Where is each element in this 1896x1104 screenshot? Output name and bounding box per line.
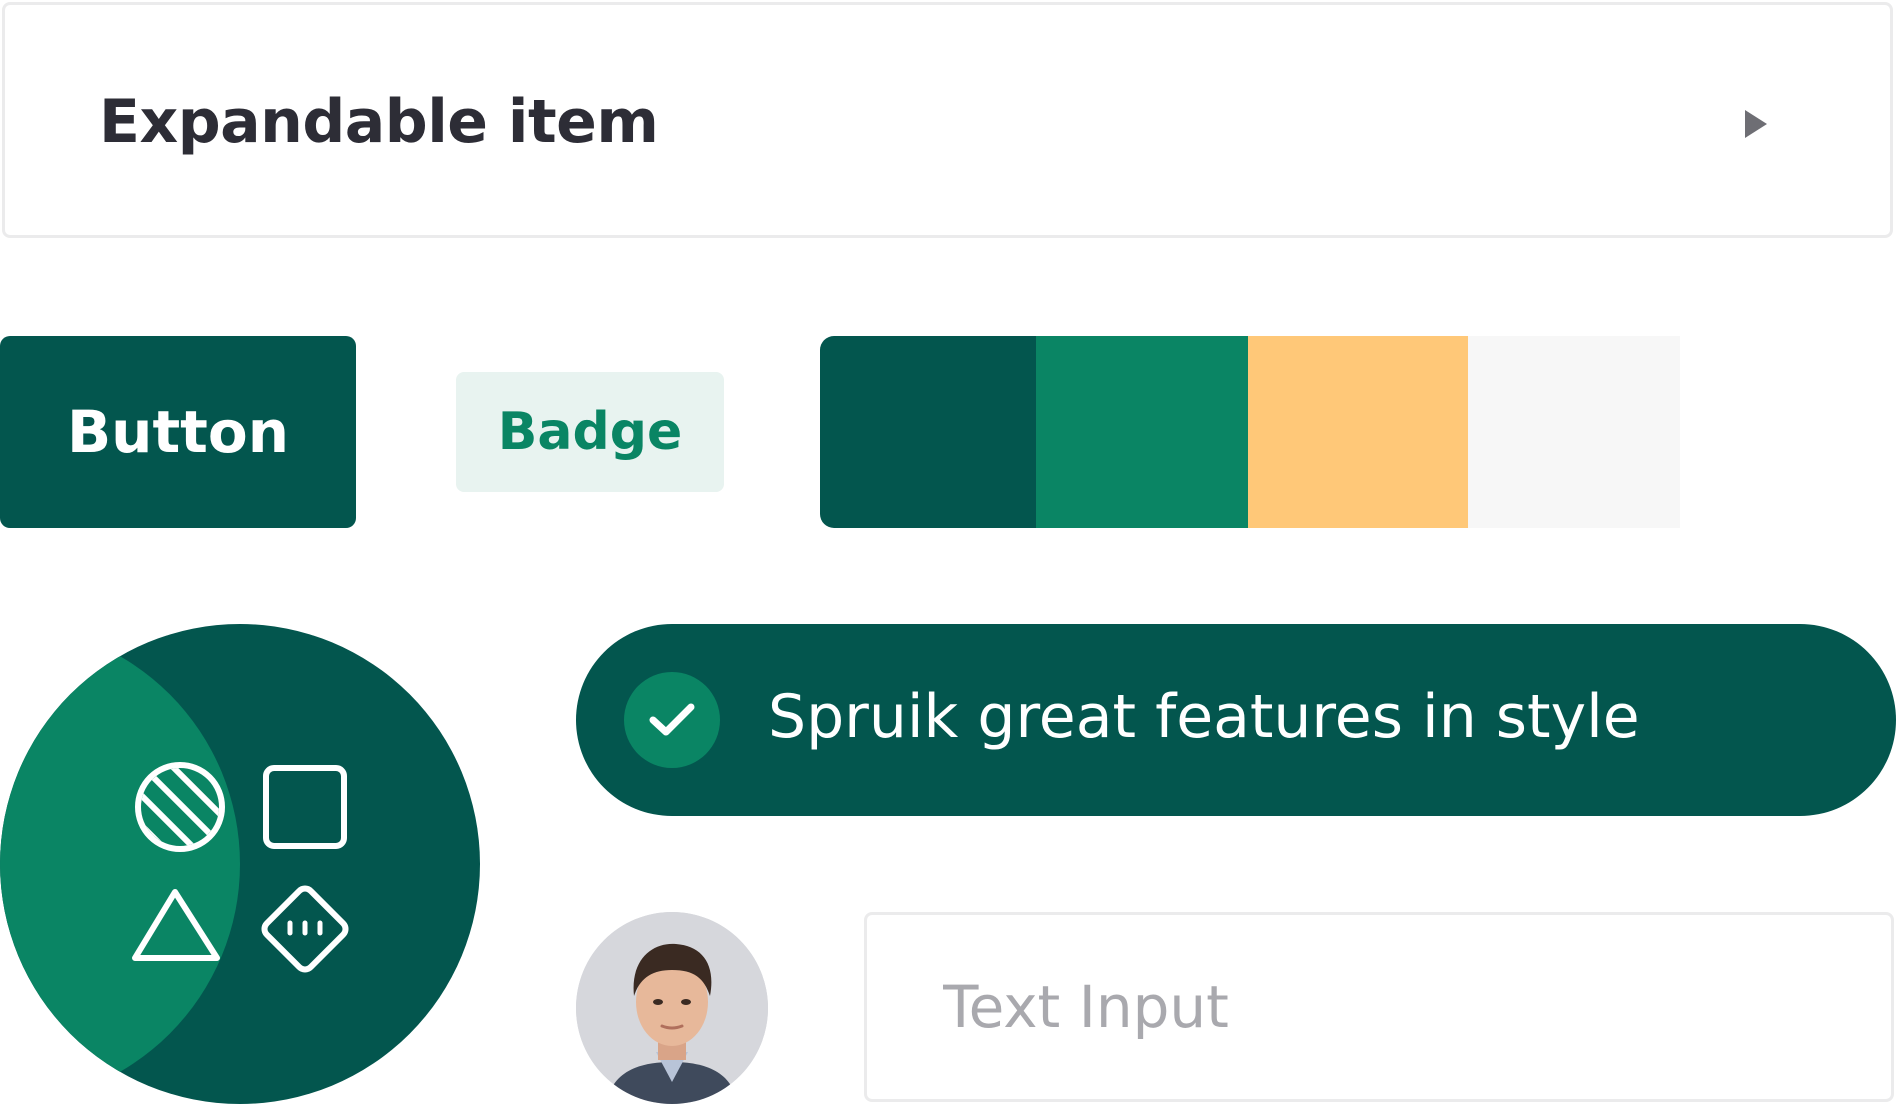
shapes-illustration xyxy=(0,624,480,1104)
feature-text: Spruik great features in style xyxy=(768,682,1640,752)
feature-banner: Spruik great features in style xyxy=(576,624,1896,816)
badge: Badge xyxy=(456,372,724,492)
color-swatch xyxy=(1036,336,1248,528)
color-swatch xyxy=(1468,336,1680,528)
color-swatch xyxy=(1248,336,1468,528)
color-palette xyxy=(820,336,1896,528)
color-swatch xyxy=(820,336,1036,528)
caret-right-icon xyxy=(1745,110,1767,138)
avatar xyxy=(576,912,768,1104)
color-swatch xyxy=(1680,336,1896,528)
primary-button[interactable]: Button xyxy=(0,336,356,528)
expandable-item[interactable]: Expandable item xyxy=(2,2,1893,238)
text-input[interactable] xyxy=(864,912,1894,1102)
expandable-item-label: Expandable item xyxy=(99,87,659,157)
check-icon xyxy=(624,672,720,768)
